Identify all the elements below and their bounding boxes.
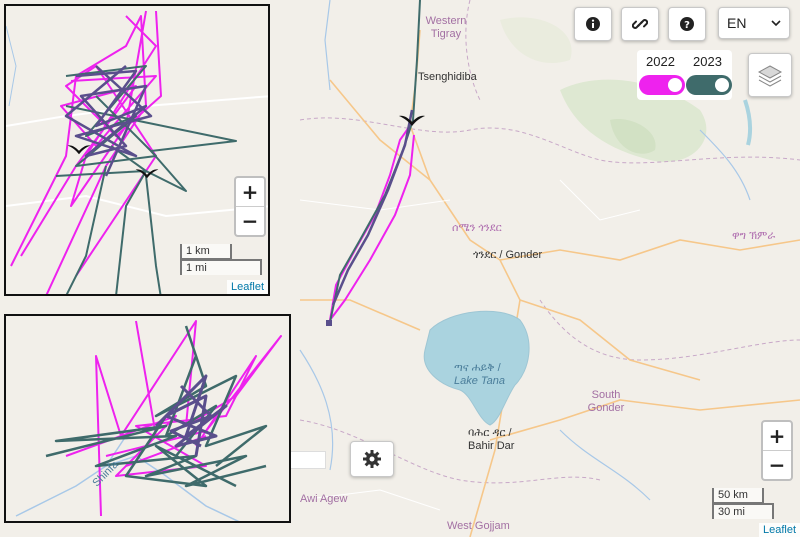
svg-text:?: ? xyxy=(684,20,690,31)
bird-icon[interactable] xyxy=(398,112,426,128)
language-select[interactable]: EN xyxy=(718,7,790,39)
gear-icon xyxy=(363,450,381,468)
year-2022-toggle[interactable] xyxy=(639,75,685,95)
share-link-button[interactable] xyxy=(621,7,659,41)
main-zoom-in-button[interactable]: + xyxy=(763,422,791,450)
bird-icon[interactable] xyxy=(66,142,92,156)
label-gonder: ጎንደር / Gonder xyxy=(473,249,543,261)
main-zoom-out-button[interactable]: − xyxy=(763,450,791,479)
search-stub xyxy=(290,451,326,469)
main-scale-bar: 50 km 30 mi xyxy=(712,488,774,519)
main-attribution-link[interactable]: Leaflet xyxy=(758,523,800,537)
help-button[interactable]: ? xyxy=(668,7,706,41)
year-2023-toggle[interactable] xyxy=(686,75,732,95)
main-scale-mi: 30 mi xyxy=(712,503,774,519)
label-bahir-dar: Bahir Dar xyxy=(468,440,515,452)
inset-top-attribution-link[interactable]: Leaflet xyxy=(226,280,268,294)
year-2022-label: 2022 xyxy=(646,54,675,69)
inset-map-bottom[interactable]: Shinfa xyxy=(4,314,291,523)
label-lake-tana-am: ጣና ሐይቅ / xyxy=(454,362,501,374)
layers-button[interactable] xyxy=(748,53,792,97)
label-amhara-region: ሰሜን ጎንደር xyxy=(452,222,502,234)
label-awi-agew: Awi Agew xyxy=(300,493,348,505)
label-south-gonder: South Gonder xyxy=(587,389,625,414)
label-western-tigray: Western Tigray xyxy=(425,15,467,40)
label-west-gojjam: West Gojjam xyxy=(447,520,510,532)
info-icon xyxy=(586,17,600,31)
label-bahir-dar-am: ባሕር ዳር / xyxy=(468,427,512,439)
main-zoom-control: + − xyxy=(761,420,793,481)
label-lake-tana: Lake Tana xyxy=(454,375,505,387)
layers-icon xyxy=(757,65,783,87)
inset-top-zoom-out-button[interactable]: − xyxy=(236,206,264,235)
year-2023-label: 2023 xyxy=(693,54,722,69)
label-wag-himra: ዋግ ኽምራ xyxy=(732,230,776,242)
help-icon: ? xyxy=(680,17,694,31)
inset-top-zoom-in-button[interactable]: + xyxy=(236,178,264,206)
bird-icon[interactable] xyxy=(134,166,160,180)
language-value: EN xyxy=(727,15,747,31)
chevron-down-icon xyxy=(771,20,781,27)
inset-top-scale-bar: 1 km 1 mi xyxy=(180,244,262,275)
inset-top-zoom-control: + − xyxy=(234,176,266,237)
main-scale-km: 50 km xyxy=(712,488,764,504)
link-icon xyxy=(632,19,648,29)
inset-map-top[interactable]: + − 1 km 1 mi Leaflet xyxy=(4,4,270,296)
info-button[interactable] xyxy=(574,7,612,41)
inset-top-scale-km: 1 km xyxy=(180,244,232,260)
inset-top-scale-mi: 1 mi xyxy=(180,259,262,275)
label-tsenghidiba: Tsenghidiba xyxy=(418,71,477,83)
settings-button[interactable] xyxy=(350,441,394,477)
